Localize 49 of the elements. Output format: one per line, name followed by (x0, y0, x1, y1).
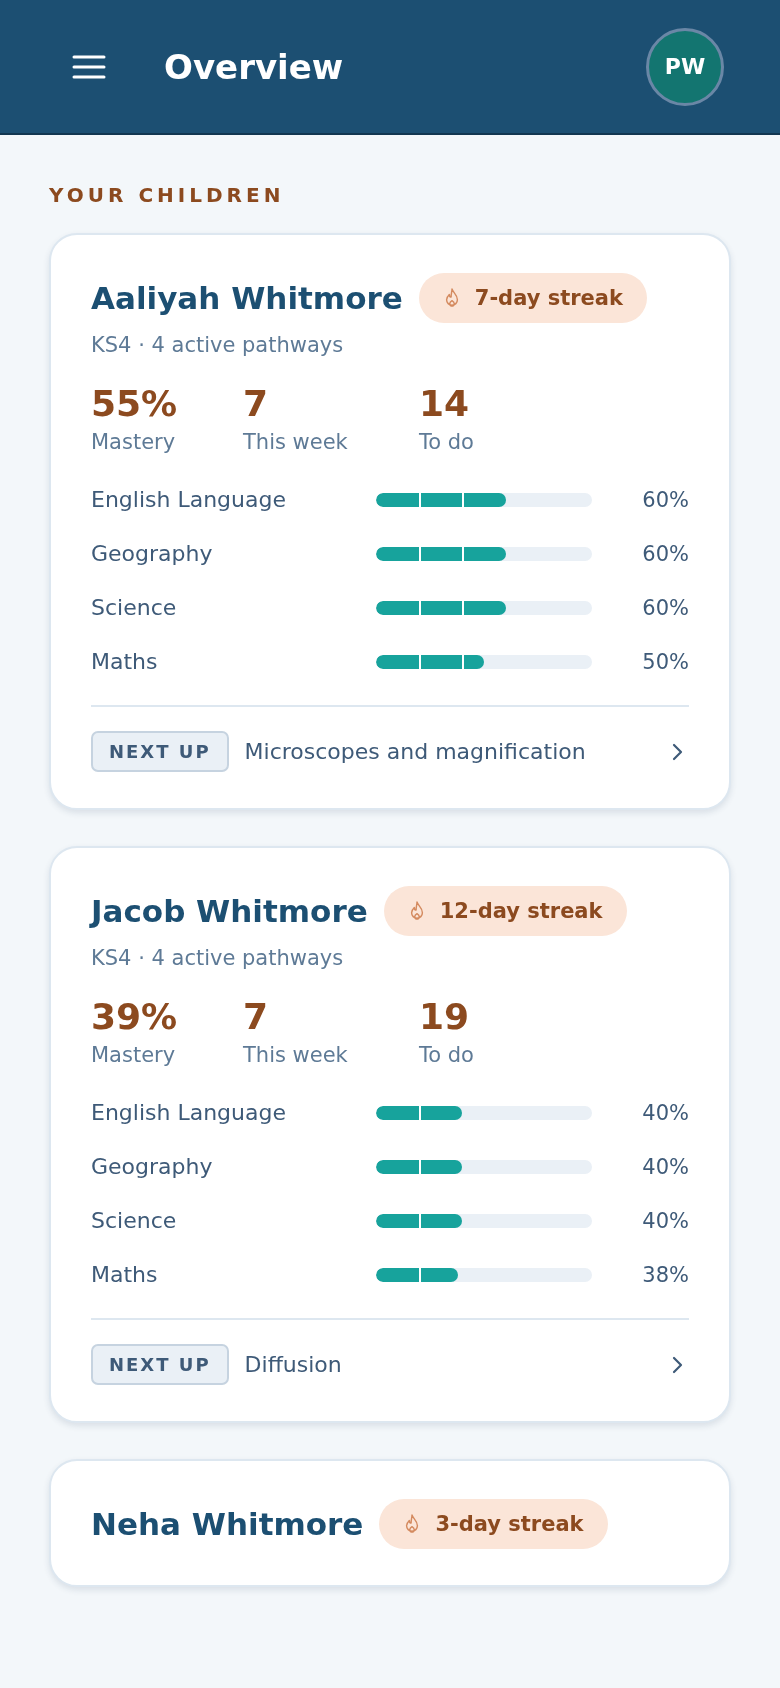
subject-percent: 40% (642, 1100, 689, 1125)
streak-badge: 12-day streak (383, 886, 627, 936)
chevron-right-icon[interactable] (671, 1354, 683, 1375)
child-name: Jacob Whitmore (91, 893, 368, 929)
streak-badge: 3-day streak (379, 1499, 608, 1549)
next-lesson-title: Microscopes and magnification (244, 739, 587, 764)
stat-value: 39% (91, 996, 179, 1037)
subject-percent: 60% (642, 487, 689, 512)
stat-label: To do (419, 1043, 475, 1067)
stat-value: 19 (419, 996, 471, 1037)
chevron-right-icon[interactable] (671, 741, 683, 762)
subject-name: English Language (91, 1100, 287, 1125)
child-card[interactable]: Aaliyah Whitmore 7-day streak KS4 · 4 active pathways 55% Mastery 7 This week 14 To do English Language 60% Geography 60% Science 60% Maths 50% NEXT UP Microscopes and magnification (49, 233, 731, 810)
subject-name: Geography (91, 1154, 214, 1179)
child-meta: KS4 · 4 active pathways (91, 333, 345, 357)
stat-value: 55% (91, 383, 179, 424)
subject-name: Maths (91, 1262, 159, 1287)
subject-name: Geography (91, 541, 214, 566)
child-card[interactable]: Jacob Whitmore 12-day streak KS4 · 4 active pathways 39% Mastery 7 This week 19 To do English Language 40% Geography 40% Science 40% Maths 38% NEXT UP Diffusion (49, 846, 731, 1423)
next-lesson-title: Diffusion (244, 1352, 343, 1377)
stat-label: To do (419, 430, 475, 454)
child-card[interactable]: Neha Whitmore 3-day streak (49, 1459, 731, 1587)
subject-name: English Language (91, 487, 287, 512)
subject-percent: 60% (642, 541, 689, 566)
stat-value: 14 (419, 383, 471, 424)
page-title: Overview (164, 46, 345, 87)
stat-label: This week (243, 430, 349, 454)
next-up-tag: NEXT UP (91, 1344, 229, 1385)
next-up-tag: NEXT UP (91, 731, 229, 772)
subject-name: Science (91, 595, 178, 620)
section-heading: YOUR CHILDREN (49, 183, 286, 207)
subject-percent: 60% (642, 595, 689, 620)
child-name: Aaliyah Whitmore (91, 280, 403, 316)
streak-badge: 7-day streak (418, 273, 647, 323)
child-meta: KS4 · 4 active pathways (91, 946, 345, 970)
avatar[interactable]: PW (646, 27, 724, 106)
subject-percent: 50% (642, 649, 689, 674)
stat-label: Mastery (91, 430, 177, 454)
subject-name: Science (91, 1208, 178, 1233)
stat-value: 7 (243, 996, 270, 1037)
stat-value: 7 (243, 383, 270, 424)
menu-icon[interactable] (72, 53, 106, 80)
subject-percent: 40% (642, 1208, 689, 1233)
stat-label: Mastery (91, 1043, 177, 1067)
stat-label: This week (243, 1043, 349, 1067)
subject-percent: 40% (642, 1154, 689, 1179)
child-name: Neha Whitmore (91, 1506, 364, 1542)
subject-name: Maths (91, 649, 159, 674)
subject-percent: 38% (642, 1262, 689, 1287)
